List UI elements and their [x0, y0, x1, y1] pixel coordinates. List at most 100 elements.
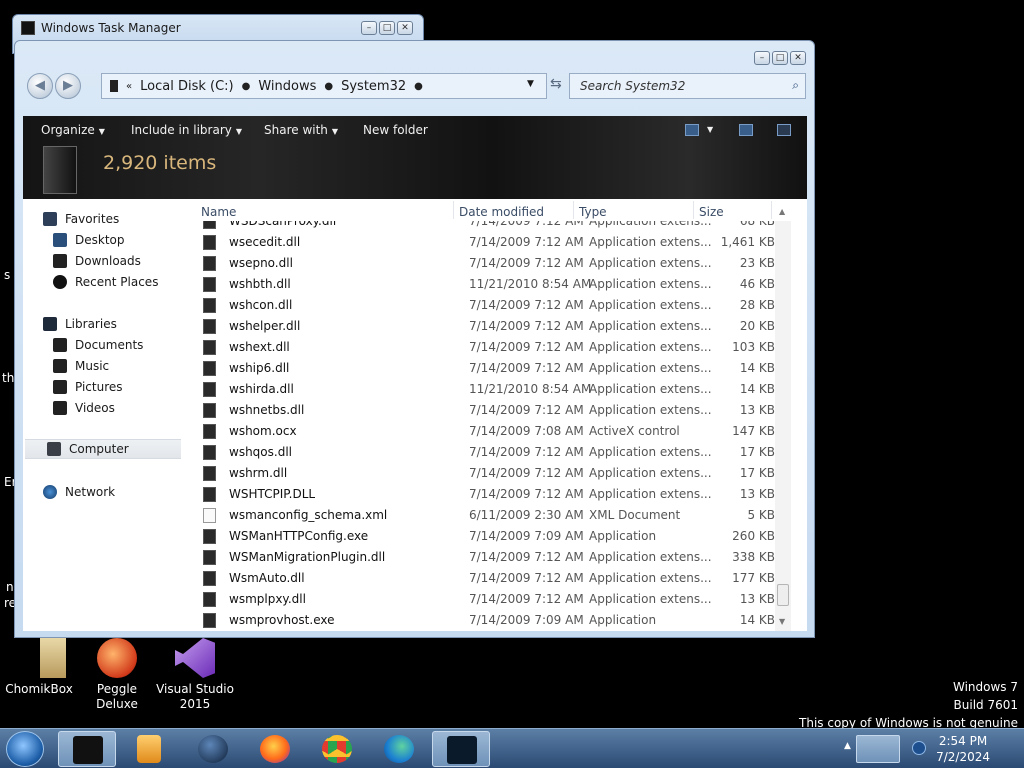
nav-documents[interactable]: Documents — [53, 335, 143, 355]
file-row[interactable]: wshext.dll 7/14/2009 7:12 AM Application e… — [199, 337, 791, 358]
file-size: 17 KB — [739, 445, 775, 459]
file-row[interactable]: WSHTCPIP.DLL 7/14/2009 7:12 AM Application… — [199, 484, 791, 505]
desktop-icon-peggle[interactable]: Peggle Deluxe — [78, 638, 156, 712]
view-dropdown-icon[interactable]: ▼ — [707, 125, 713, 134]
edge-icon — [384, 735, 414, 763]
column-header-date[interactable]: Date modified — [459, 205, 544, 219]
desktop-icon-chomikbox[interactable]: ChomikBox — [0, 638, 78, 697]
address-bar[interactable]: « Local Disk (C:) ● Windows ● System32 ● — [101, 73, 547, 99]
scroll-down-icon[interactable]: ▼ — [779, 617, 785, 626]
column-header-name[interactable]: Name — [201, 205, 236, 219]
explorer-taskbar-icon — [73, 736, 103, 764]
file-size: 177 KB — [732, 571, 775, 585]
explorer-window[interactable]: – □ ✕ ◀ ▶ « Local Disk (C:) ● Windows ● … — [14, 40, 815, 638]
breadcrumb-local-disk[interactable]: Local Disk (C:) — [140, 79, 233, 94]
nav-downloads[interactable]: Downloads — [53, 251, 141, 271]
column-header-row: Name Date modified Type Size — [199, 199, 791, 221]
file-name: WSHTCPIP.DLL — [229, 487, 316, 501]
nav-libraries[interactable]: Libraries — [43, 314, 117, 334]
breadcrumb-separator-icon[interactable]: ● — [414, 81, 423, 92]
nav-desktop[interactable]: Desktop — [53, 230, 125, 250]
column-header-size[interactable]: Size — [699, 205, 724, 219]
system-clock[interactable]: 2:54 PM 7/2/2024 — [936, 733, 990, 765]
file-row[interactable]: wsmprovhost.exe 7/14/2009 7:09 AM Applicat… — [199, 610, 791, 631]
file-name: wshelper.dll — [229, 319, 301, 333]
file-row[interactable]: wship6.dll 7/14/2009 7:12 AM Application e… — [199, 358, 791, 379]
nav-network[interactable]: Network — [43, 482, 115, 502]
chevron-left-icon[interactable]: « — [126, 81, 132, 92]
change-view-icon[interactable] — [685, 124, 699, 136]
taskbar-task-manager[interactable] — [432, 731, 490, 767]
help-icon[interactable] — [777, 124, 791, 136]
network-tray-icon[interactable] — [912, 741, 926, 755]
file-icon — [203, 235, 216, 250]
taskbar-media-player[interactable] — [120, 731, 178, 767]
file-date-modified: 7/14/2009 7:12 AM — [469, 571, 584, 585]
organize-button[interactable]: Organize ▼ — [41, 123, 105, 137]
forward-button[interactable]: ▶ — [55, 73, 81, 99]
file-row[interactable]: wsecedit.dll 7/14/2009 7:12 AM Application… — [199, 232, 791, 253]
preview-pane-icon[interactable] — [739, 124, 753, 136]
scrollbar-thumb[interactable] — [777, 584, 789, 606]
start-button[interactable] — [6, 731, 44, 767]
nav-pictures[interactable]: Pictures — [53, 377, 123, 397]
file-row[interactable]: WsmAuto.dll 7/14/2009 7:12 AM Application … — [199, 568, 791, 589]
tray-app-icon[interactable] — [856, 735, 900, 763]
show-hidden-icons-icon[interactable]: ▲ — [844, 741, 851, 751]
file-size: 46 KB — [739, 277, 775, 291]
file-row[interactable]: wshnetbs.dll 7/14/2009 7:12 AM Application… — [199, 400, 791, 421]
breadcrumb-windows[interactable]: Windows — [258, 79, 316, 94]
file-row[interactable]: wsmplpxy.dll 7/14/2009 7:12 AM Application… — [199, 589, 791, 610]
file-row[interactable]: wshbth.dll 11/21/2010 8:54 AM Application … — [199, 274, 791, 295]
breadcrumb-separator-icon[interactable]: ● — [324, 81, 333, 92]
file-row[interactable]: wsepno.dll 7/14/2009 7:12 AM Application e… — [199, 253, 791, 274]
file-row[interactable]: wshcon.dll 7/14/2009 7:12 AM Application e… — [199, 295, 791, 316]
file-name: wsepno.dll — [229, 256, 293, 270]
nav-recent-places[interactable]: Recent Places — [53, 272, 158, 292]
file-row[interactable]: wshrm.dll 7/14/2009 7:12 AM Application ex… — [199, 463, 791, 484]
nav-videos[interactable]: Videos — [53, 398, 115, 418]
breadcrumb-separator-icon[interactable]: ● — [242, 81, 251, 92]
search-input[interactable]: Search System32 ⌕ — [569, 73, 806, 99]
file-row[interactable]: wshom.ocx 7/14/2009 7:08 AM ActiveX contro… — [199, 421, 791, 442]
nav-computer[interactable]: Computer — [25, 439, 181, 459]
libraries-icon — [43, 317, 57, 331]
file-size: 103 KB — [732, 340, 775, 354]
taskbar-chrome[interactable] — [308, 731, 366, 767]
search-icon[interactable]: ⌕ — [792, 78, 799, 93]
column-header-type[interactable]: Type — [579, 205, 607, 219]
include-in-library-button[interactable]: Include in library ▼ — [131, 123, 242, 137]
nav-favorites[interactable]: Favorites — [43, 209, 119, 229]
share-with-button[interactable]: Share with ▼ — [264, 123, 338, 137]
close-button[interactable]: ✕ — [397, 21, 413, 35]
vertical-scrollbar[interactable]: ▲ ▼ — [775, 207, 791, 631]
new-folder-button[interactable]: New folder — [363, 123, 428, 137]
taskbar-firefox[interactable] — [246, 731, 304, 767]
file-row[interactable]: wsmanconfig_schema.xml 6/11/2009 2:30 AM X… — [199, 505, 791, 526]
scroll-up-icon[interactable]: ▲ — [779, 207, 785, 216]
address-dropdown-icon[interactable]: ▼ — [527, 79, 534, 89]
maximize-button[interactable]: □ — [772, 51, 788, 65]
nav-music[interactable]: Music — [53, 356, 109, 376]
taskbar-app-globe[interactable] — [184, 731, 242, 767]
file-row[interactable]: wshelper.dll 7/14/2009 7:12 AM Application… — [199, 316, 791, 337]
file-date-modified: 7/14/2009 7:09 AM — [469, 529, 584, 543]
taskbar-edge[interactable] — [370, 731, 428, 767]
breadcrumb-system32[interactable]: System32 — [341, 79, 406, 94]
file-row[interactable]: WSManMigrationPlugin.dll 7/14/2009 7:12 A… — [199, 547, 791, 568]
file-row[interactable]: WSManHTTPConfig.exe 7/14/2009 7:09 AM Appl… — [199, 526, 791, 547]
file-row[interactable]: wshirda.dll 11/21/2010 8:54 AM Application… — [199, 379, 791, 400]
taskbar-explorer[interactable] — [58, 731, 116, 767]
clock-date: 7/2/2024 — [936, 750, 990, 764]
minimize-button[interactable]: – — [754, 51, 770, 65]
desktop-icon-visual-studio[interactable]: Visual Studio 2015 — [156, 638, 234, 712]
close-button[interactable]: ✕ — [790, 51, 806, 65]
minimize-button[interactable]: – — [361, 21, 377, 35]
desktop-icon-label: ChomikBox — [5, 682, 73, 696]
refresh-icon[interactable]: ⇆ — [550, 76, 562, 92]
file-date-modified: 7/14/2009 7:12 AM — [469, 298, 584, 312]
file-row[interactable]: wshqos.dll 7/14/2009 7:12 AM Application e… — [199, 442, 791, 463]
task-manager-title: Windows Task Manager — [41, 21, 181, 35]
back-button[interactable]: ◀ — [27, 73, 53, 99]
maximize-button[interactable]: □ — [379, 21, 395, 35]
